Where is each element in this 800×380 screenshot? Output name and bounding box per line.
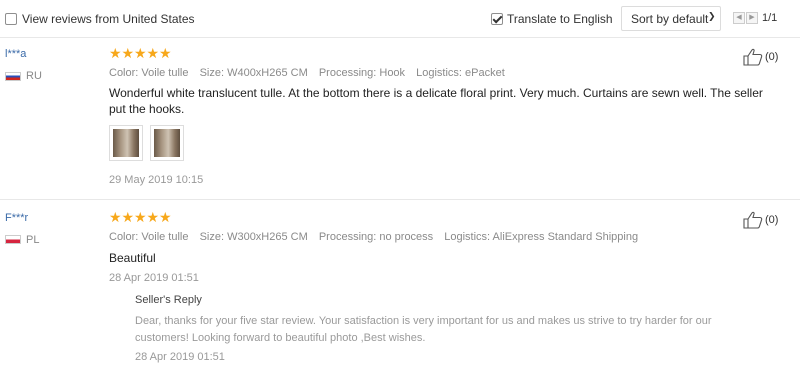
product-attributes: Color: Voile tulle Size: W300xH265 CM Pr… xyxy=(109,231,646,243)
star-rating: ★ ★ ★ ★ ★ xyxy=(109,45,172,61)
attr-size: Size: W400xH265 CM xyxy=(199,67,308,79)
star-icon: ★ xyxy=(121,209,135,225)
review-text: Wonderful white translucent tulle. At th… xyxy=(109,86,763,116)
product-attributes: Color: Voile tulle Size: W400xH265 CM Pr… xyxy=(109,67,513,79)
flag-icon-pl xyxy=(5,235,21,244)
translate-checkbox[interactable] xyxy=(491,13,503,25)
reviewer-name: l***a xyxy=(5,48,27,60)
seller-reply-title: Seller's Reply xyxy=(135,294,202,306)
seller-reply-date: 28 Apr 2019 01:51 xyxy=(135,351,225,363)
star-icon: ★ xyxy=(146,45,160,61)
review-photo-thumbnail[interactable] xyxy=(150,125,184,161)
star-icon: ★ xyxy=(109,45,122,61)
thumbs-up-icon[interactable] xyxy=(743,211,763,229)
translate-label[interactable]: Translate to English xyxy=(507,12,613,26)
filter-country-label[interactable]: View reviews from United States xyxy=(22,12,195,26)
star-icon: ★ xyxy=(109,209,122,225)
next-page-button[interactable]: ▶ xyxy=(746,12,758,24)
like-count: (0) xyxy=(765,51,779,63)
attr-logistics: Logistics: AliExpress Standard Shipping xyxy=(444,231,639,243)
review-item: l***a RU ★ ★ ★ ★ ★ Color: Voile tulle Si… xyxy=(0,38,800,200)
review-text: Beautiful xyxy=(109,251,156,265)
thumbs-up-icon[interactable] xyxy=(743,48,763,66)
attr-logistics: Logistics: ePacket xyxy=(416,67,505,79)
like-count: (0) xyxy=(765,214,779,226)
attr-color: Color: Voile tulle xyxy=(109,231,189,243)
attr-color: Color: Voile tulle xyxy=(109,67,189,79)
reviewer-country: RU xyxy=(26,70,42,82)
review-date: 29 May 2019 10:15 xyxy=(109,174,204,186)
star-icon: ★ xyxy=(121,45,135,61)
star-icon: ★ xyxy=(146,209,160,225)
sort-dropdown[interactable]: Sort by default ❯ xyxy=(621,6,721,31)
star-icon: ★ xyxy=(134,45,147,61)
filter-country-checkbox[interactable] xyxy=(5,13,17,25)
pagination-indicator: 1/1 xyxy=(762,12,778,24)
star-icon: ★ xyxy=(159,209,172,225)
sort-label: Sort by default xyxy=(631,12,709,26)
review-date: 28 Apr 2019 01:51 xyxy=(109,272,199,284)
attr-processing: Processing: no process xyxy=(318,231,434,243)
prev-page-button[interactable]: ◀ xyxy=(733,12,745,24)
star-icon: ★ xyxy=(134,209,147,225)
chevron-down-icon: ❯ xyxy=(708,11,716,21)
review-photo-thumbnail[interactable] xyxy=(109,125,143,161)
attr-processing: Processing: Hook xyxy=(318,67,406,79)
star-icon: ★ xyxy=(159,45,172,61)
review-item: F***r PL ★ ★ ★ ★ ★ Color: Voile tulle Si… xyxy=(0,200,800,380)
reviewer-name: F***r xyxy=(5,212,29,224)
seller-reply-text: Dear, thanks for your five star review. … xyxy=(135,315,712,344)
attr-size: Size: W300xH265 CM xyxy=(199,231,308,243)
flag-icon-ru xyxy=(5,72,21,81)
star-rating: ★ ★ ★ ★ ★ xyxy=(109,209,172,225)
reviewer-country: PL xyxy=(26,234,40,246)
review-toolbar: View reviews from United States Translat… xyxy=(0,0,800,38)
